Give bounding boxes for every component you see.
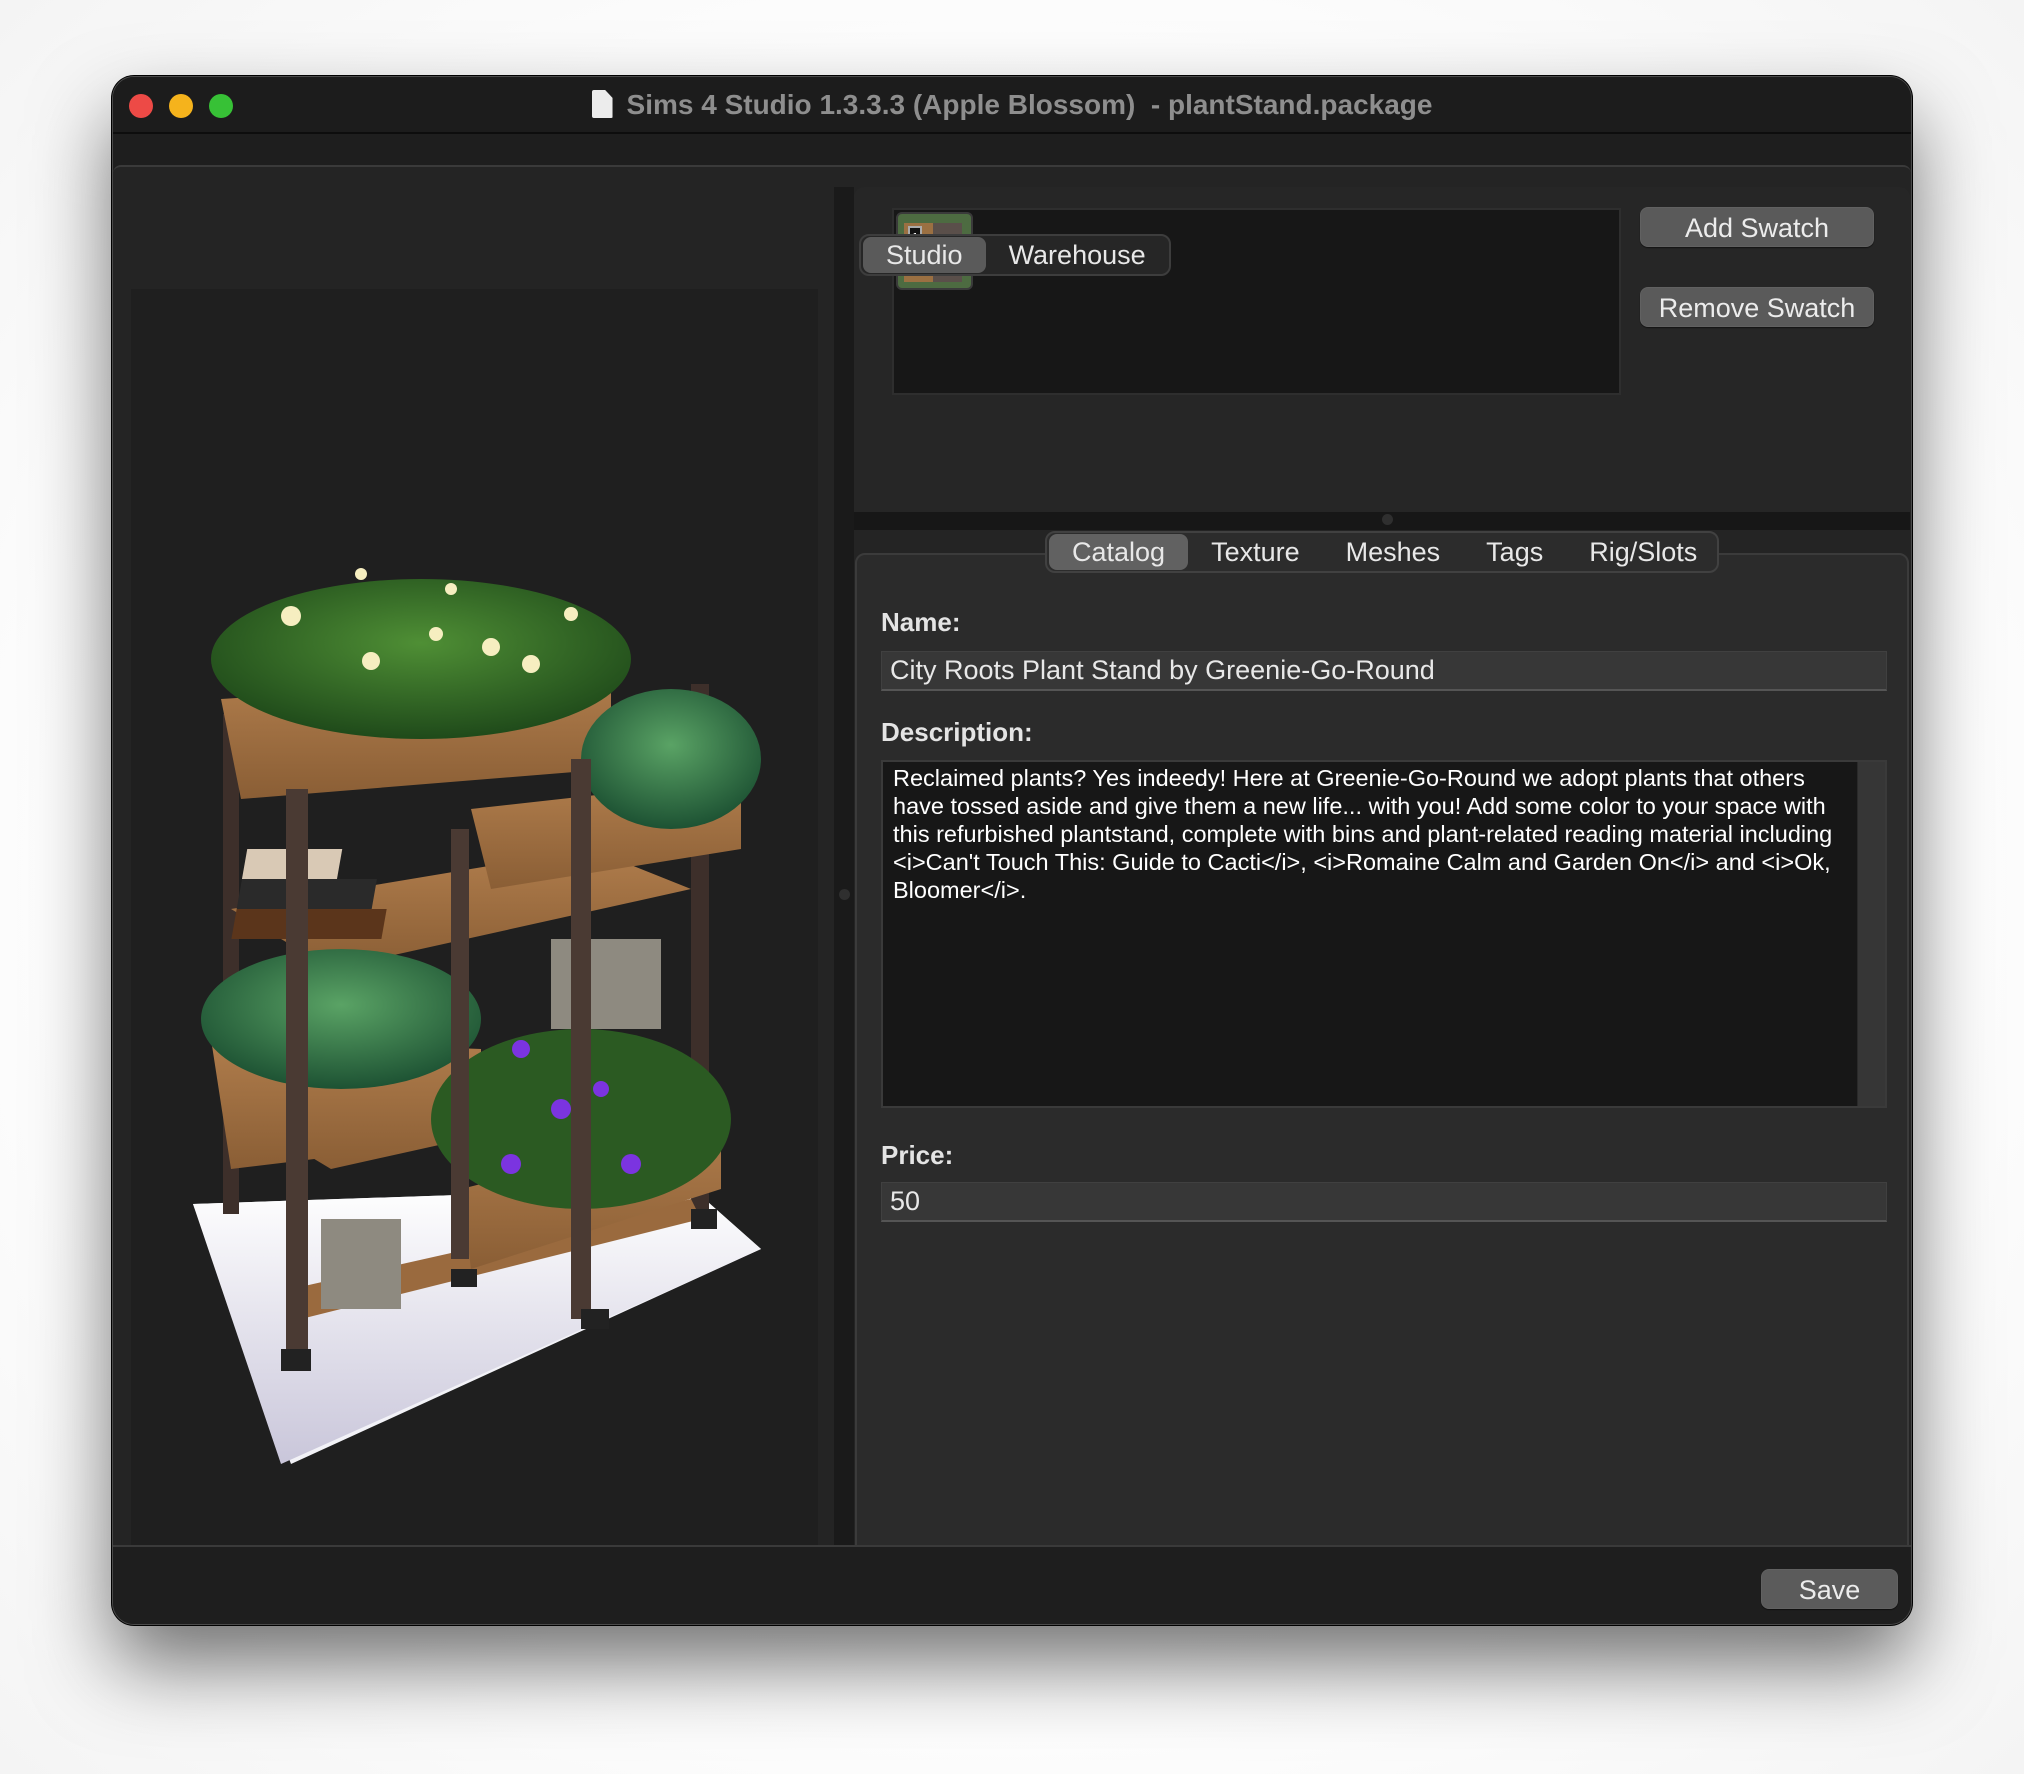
vertical-splitter[interactable] xyxy=(834,187,854,1567)
mode-switch: Studio Warehouse xyxy=(859,234,1171,276)
description-scrollbar[interactable] xyxy=(1857,762,1885,1106)
description-field-wrap: Reclaimed plants? Yes indeedy! Here at G… xyxy=(881,760,1887,1108)
tab-rig-slots[interactable]: Rig/Slots xyxy=(1566,534,1720,570)
mode-studio-button[interactable]: Studio xyxy=(863,237,986,273)
description-field[interactable]: Reclaimed plants? Yes indeedy! Here at G… xyxy=(883,762,1859,1106)
window-title-wrap: Sims 4 Studio 1.3.3.3 (Apple Blossom) - … xyxy=(113,89,1911,121)
tab-meshes[interactable]: Meshes xyxy=(1323,534,1464,570)
description-label: Description: xyxy=(881,717,1033,747)
splitter-handle[interactable] xyxy=(839,889,850,900)
footer-bar: Save xyxy=(113,1545,1911,1624)
horizontal-splitter[interactable] xyxy=(854,512,1910,530)
mode-warehouse-button[interactable]: Warehouse xyxy=(986,237,1169,273)
plant-stand-render xyxy=(193,568,761,1464)
editor-tabs: Catalog Texture Meshes Tags Rig/Slots xyxy=(1045,531,1719,573)
window-title: Sims 4 Studio 1.3.3.3 (Apple Blossom) - … xyxy=(626,89,1433,120)
app-window: Sims 4 Studio 1.3.3.3 (Apple Blossom) - … xyxy=(112,76,1912,1625)
document-icon xyxy=(591,90,613,118)
save-button[interactable]: Save xyxy=(1761,1569,1898,1609)
tab-tags[interactable]: Tags xyxy=(1463,534,1566,570)
catalog-tab-panel: Name: Description: Reclaimed plants? Yes… xyxy=(855,553,1909,1613)
price-field[interactable] xyxy=(881,1182,1887,1222)
add-swatch-button[interactable]: Add Swatch xyxy=(1640,207,1874,247)
3d-preview-viewport[interactable] xyxy=(131,289,818,1550)
splitter-handle[interactable] xyxy=(1382,514,1393,525)
tab-catalog[interactable]: Catalog xyxy=(1049,534,1189,570)
price-label: Price: xyxy=(881,1140,954,1170)
title-bar: Sims 4 Studio 1.3.3.3 (Apple Blossom) - … xyxy=(113,77,1911,134)
tab-texture[interactable]: Texture xyxy=(1188,534,1323,570)
right-pane: 1 Add Swatch Remove Swatch Name: Descrip… xyxy=(854,187,1910,1613)
name-label: Name: xyxy=(881,607,961,637)
remove-swatch-button[interactable]: Remove Swatch xyxy=(1640,287,1874,327)
name-field[interactable] xyxy=(881,651,1887,691)
